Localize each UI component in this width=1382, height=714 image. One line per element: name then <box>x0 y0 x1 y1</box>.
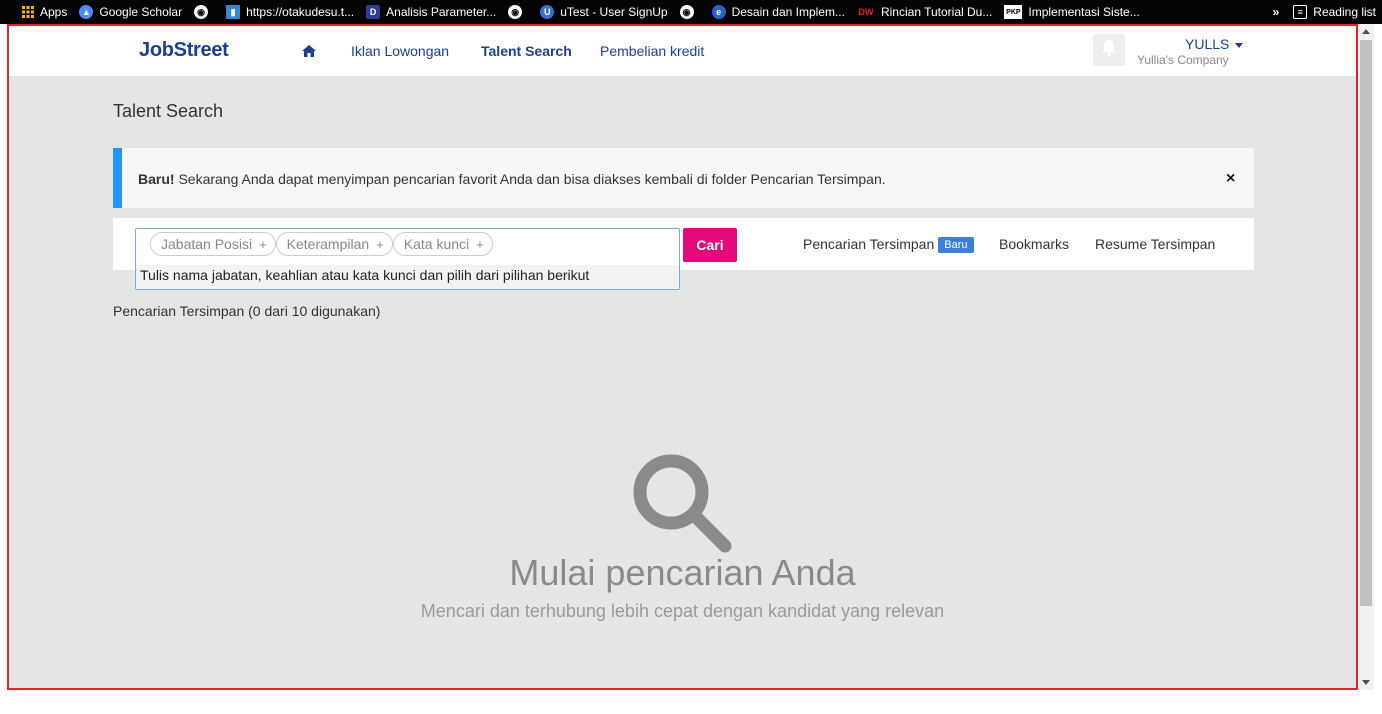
home-icon[interactable] <box>302 44 316 62</box>
bookmark-label: Google Scholar <box>99 5 183 19</box>
bookmarks-right: » ≡ Reading list <box>1273 0 1376 24</box>
large-search-icon <box>631 452 735 561</box>
chip-label: Jabatan Posisi <box>161 236 253 252</box>
empty-state-subtitle: Mencari dan terhubung lebih cepat dengan… <box>420 601 945 621</box>
search-hint-suggestion[interactable]: Tulis nama jabatan, keahlian atau kata k… <box>136 265 679 289</box>
graduation-cap-icon: ▲ <box>79 5 94 19</box>
bookmark-globe-3[interactable]: ◉ <box>674 0 706 24</box>
plus-icon: + <box>259 236 267 252</box>
bookmark-label: https://otakudesu.t... <box>246 5 355 19</box>
vertical-scrollbar[interactable] <box>1358 24 1374 690</box>
search-button[interactable]: Cari <box>683 228 737 262</box>
bookmark-globe-1[interactable]: ◉ <box>188 0 220 24</box>
bookmark-implementasi-sistem[interactable]: PKP Implementasi Siste... <box>998 0 1145 24</box>
saved-resumes-link[interactable]: Resume Tersimpan <box>1095 236 1215 252</box>
bookmark-label: Apps <box>40 5 68 19</box>
bookmark-label: Desain dan Implem... <box>731 5 845 19</box>
bookmarks-link[interactable]: Bookmarks <box>999 236 1069 252</box>
chip-label: Keterampilan <box>286 236 370 252</box>
reading-list-button[interactable]: Reading list <box>1313 5 1376 19</box>
alert-message: Baru! Sekarang Anda dapat menyimpan penc… <box>138 171 886 187</box>
scroll-up-icon[interactable] <box>1362 29 1370 34</box>
page-icon: ▮ <box>226 5 241 19</box>
saved-searches-count: Pencarian Tersimpan (0 dari 10 digunakan… <box>113 303 381 319</box>
chevron-down-icon <box>1235 42 1244 48</box>
bookmark-desain-implementasi[interactable]: e Desain dan Implem... <box>706 0 851 24</box>
saved-searches-label: Pencarian Tersimpan <box>803 236 935 252</box>
bookmark-label: uTest - User SignUp <box>560 5 668 19</box>
search-card: Jabatan Posisi + Keterampilan + Kata kunci… <box>113 218 1254 290</box>
notification-bell-button[interactable] <box>1093 34 1125 66</box>
e-logo-icon: e <box>711 5 726 19</box>
bookmark-label: Implementasi Siste... <box>1028 5 1140 19</box>
new-badge: Baru <box>938 237 974 253</box>
user-name: YULLS <box>1185 36 1230 52</box>
bookmark-globe-2[interactable]: ◉ <box>502 0 534 24</box>
bottom-strip <box>0 690 1382 714</box>
search-input[interactable]: Jabatan Posisi + Keterampilan + Kata kunci… <box>135 228 680 290</box>
nav-talent-search[interactable]: Talent Search <box>481 43 572 59</box>
bookmark-otakudesu[interactable]: ▮ https://otakudesu.t... <box>220 0 360 24</box>
plus-icon: + <box>376 236 384 252</box>
alert-bold-label: Baru! <box>138 171 175 187</box>
bookmark-label: Analisis Parameter... <box>386 5 497 19</box>
reading-list-icon: ≡ <box>1293 5 1308 19</box>
globe-icon: ◉ <box>194 5 209 19</box>
saved-searches-link[interactable]: Pencarian Tersimpan Baru <box>803 236 974 253</box>
apps-grid-icon <box>22 6 34 18</box>
d-logo-icon: D <box>366 5 381 19</box>
chip-jabatan-posisi[interactable]: Jabatan Posisi + <box>150 232 276 256</box>
info-alert: Baru! Sekarang Anda dapat menyimpan penc… <box>113 148 1254 208</box>
chip-kata-kunci[interactable]: Kata kunci + <box>392 232 493 256</box>
empty-state-title: Mulai pencarian Anda <box>509 552 856 593</box>
close-alert-button[interactable]: × <box>1226 170 1235 188</box>
scrollbar-thumb[interactable] <box>1360 40 1372 606</box>
user-menu-button[interactable]: YULLS <box>1185 36 1244 52</box>
alert-text: Sekarang Anda dapat menyimpan pencarian … <box>174 171 886 187</box>
bookmarks-bar: Apps ▲ Google Scholar ◉ ▮ https://otakud… <box>0 0 1382 24</box>
globe-icon: ◉ <box>679 5 694 19</box>
more-bookmarks-button[interactable]: » <box>1273 5 1280 19</box>
scroll-down-icon[interactable] <box>1362 680 1370 685</box>
bookmark-label: Rincian Tutorial Du... <box>880 5 993 19</box>
bookmark-utest[interactable]: U uTest - User SignUp <box>534 0 673 24</box>
pkp-logo-icon: PKP <box>1004 5 1023 19</box>
bell-icon <box>1101 39 1117 62</box>
bookmark-apps[interactable]: Apps <box>0 0 73 24</box>
nav-iklan-lowongan[interactable]: Iklan Lowongan <box>351 43 449 59</box>
page-title: Talent Search <box>113 101 224 121</box>
top-navigation: JobStreet Iklan Lowongan Talent Search P… <box>9 26 1356 76</box>
company-name: Yullia's Company <box>1137 53 1229 67</box>
utest-logo-icon: U <box>540 5 555 19</box>
search-chips: Jabatan Posisi + Keterampilan + Kata kunci… <box>150 232 493 256</box>
bookmark-google-scholar[interactable]: ▲ Google Scholar <box>73 0 188 24</box>
nav-pembelian-kredit[interactable]: Pembelian kredit <box>600 43 704 59</box>
chip-keterampilan[interactable]: Keterampilan + <box>275 232 393 256</box>
bookmark-rincian-tutorial[interactable]: DW Rincian Tutorial Du... <box>851 0 998 24</box>
chip-label: Kata kunci <box>403 236 470 252</box>
plus-icon: + <box>476 236 484 252</box>
globe-icon: ◉ <box>508 5 523 19</box>
page-viewport: JobStreet Iklan Lowongan Talent Search P… <box>7 24 1358 690</box>
bookmark-analisis-parameter[interactable]: D Analisis Parameter... <box>360 0 502 24</box>
dw-logo-icon: DW <box>858 7 874 17</box>
jobstreet-logo[interactable]: JobStreet <box>139 39 229 62</box>
